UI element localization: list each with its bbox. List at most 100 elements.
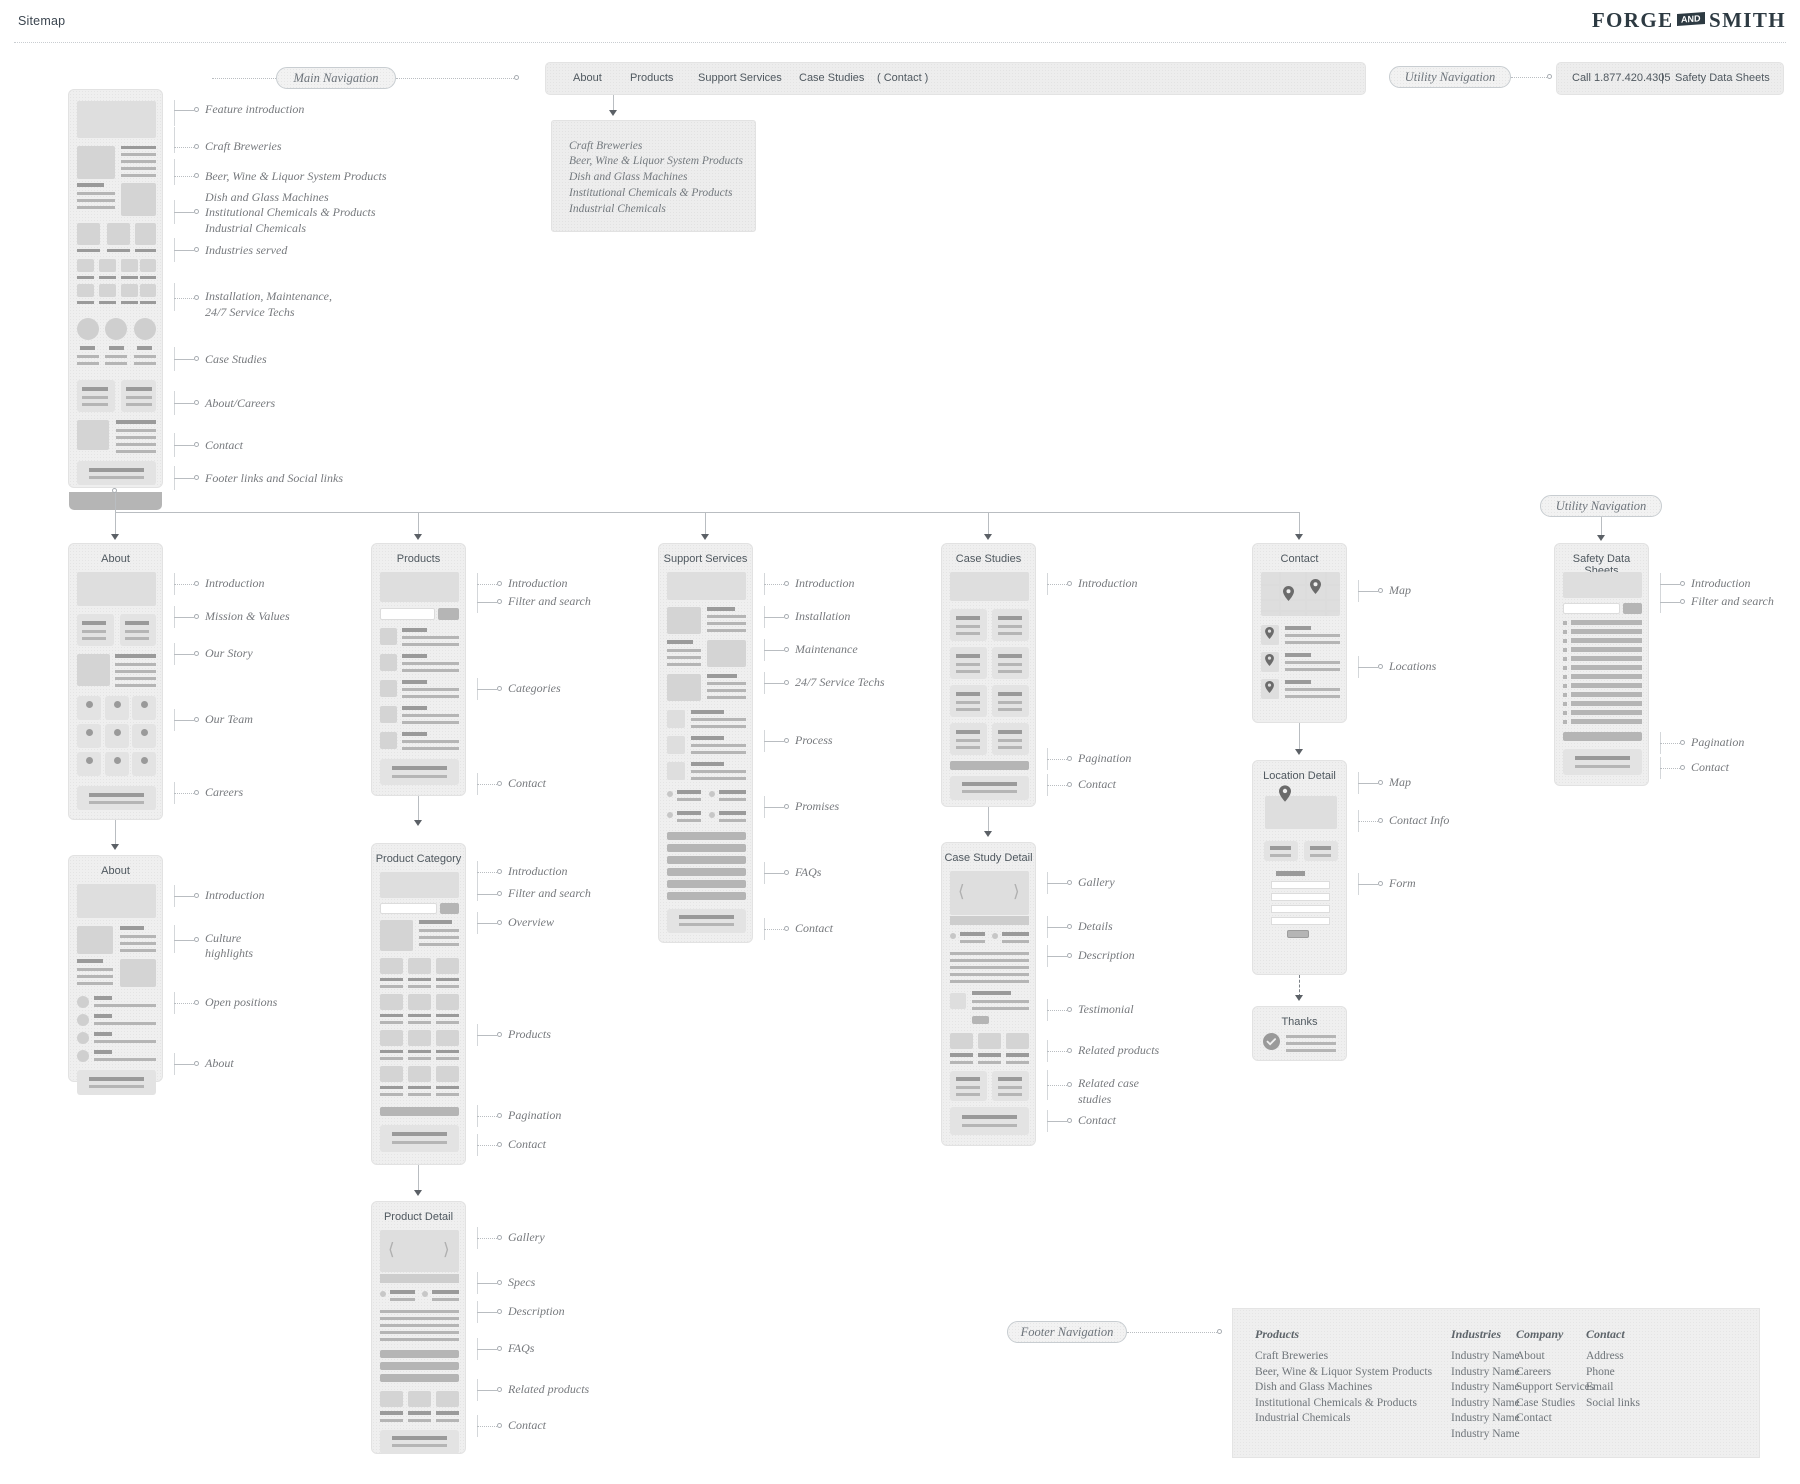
- connector: [1511, 77, 1547, 78]
- card-title: Thanks: [1281, 1016, 1318, 1028]
- dropdown-item-4[interactable]: Industrial Chemicals: [569, 201, 666, 217]
- note-feature-introduction: Feature introduction: [205, 102, 305, 116]
- footer-link[interactable]: Industry Name: [1451, 1365, 1520, 1381]
- map-pin-icon: [1283, 586, 1294, 601]
- note-pc-overview: Overview: [508, 915, 554, 929]
- note-industries-served: Industries served: [205, 243, 288, 257]
- note-products-categories: Categories: [508, 681, 561, 695]
- connector-knob: [1547, 74, 1552, 79]
- note-ss-maintenance: Maintenance: [795, 642, 858, 656]
- card-title: Product Category: [375, 853, 462, 865]
- gallery-next-icon[interactable]: ⟩: [443, 1242, 450, 1259]
- nav-item-case-studies[interactable]: Case Studies: [799, 72, 864, 84]
- note-ss-process: Process: [795, 733, 833, 747]
- note-careers-culture: Culture: [205, 931, 242, 945]
- utility-divider: |: [1661, 72, 1664, 84]
- nav-item-support-services[interactable]: Support Services: [698, 72, 782, 84]
- note-ld-form: Form: [1389, 876, 1416, 890]
- page-card-support-services: Support Services: [658, 543, 753, 943]
- map-pin-icon: [1279, 785, 1291, 802]
- note-csd-gallery: Gallery: [1078, 875, 1115, 889]
- note-products-introduction: Introduction: [508, 576, 568, 590]
- note-csd-description: Description: [1078, 948, 1135, 962]
- note-csd-related-products: Related products: [1078, 1043, 1160, 1057]
- page-card-thanks: Thanks: [1252, 1006, 1347, 1061]
- note-cs-introduction: Introduction: [1078, 576, 1138, 590]
- footer-link[interactable]: Industry Name: [1451, 1396, 1520, 1412]
- note-beer-wine-liquor: Beer, Wine & Liquor System Products: [205, 169, 387, 183]
- utility-navigation-bar[interactable]: Call 1.877.420.4305 | Safety Data Sheets: [1556, 62, 1784, 95]
- page-header: Sitemap FORGE AND SMITH: [0, 0, 1800, 44]
- card-title: About: [101, 553, 130, 565]
- nav-item-about[interactable]: About: [573, 72, 602, 84]
- footer-link[interactable]: Social links: [1586, 1396, 1640, 1412]
- card-title: Support Services: [663, 553, 748, 565]
- footer-link[interactable]: About: [1516, 1349, 1594, 1365]
- footer-link[interactable]: Craft Breweries: [1255, 1349, 1432, 1365]
- utility-item-phone[interactable]: Call 1.877.420.4305: [1572, 72, 1670, 84]
- footer-link[interactable]: Contact: [1516, 1411, 1594, 1427]
- page-title: Sitemap: [18, 14, 66, 28]
- note-sds-introduction: Introduction: [1691, 576, 1751, 590]
- note-sds-filter-search: Filter and search: [1691, 594, 1774, 608]
- note-cs-contact: Contact: [1078, 777, 1116, 791]
- dropdown-item-2[interactable]: Dish and Glass Machines: [569, 169, 688, 185]
- footer-link[interactable]: Industry Name: [1451, 1380, 1520, 1396]
- card-title: Contact: [1280, 553, 1319, 565]
- pill-main-navigation: Main Navigation: [276, 67, 396, 89]
- header-divider: [14, 42, 1786, 43]
- page-card-safety-data-sheets: Safety Data Sheets: [1554, 543, 1649, 786]
- gallery-prev-icon[interactable]: ⟨: [958, 884, 965, 901]
- footer-link[interactable]: Email: [1586, 1380, 1640, 1396]
- note-pd-gallery: Gallery: [508, 1230, 545, 1244]
- page-card-products: Products: [371, 543, 466, 796]
- footer-link[interactable]: Industry Name: [1451, 1411, 1520, 1427]
- footer-link[interactable]: Dish and Glass Machines: [1255, 1380, 1432, 1396]
- note-ld-contact-info: Contact Info: [1389, 813, 1450, 827]
- pill-label: Utility Navigation: [1404, 69, 1496, 84]
- main-navigation-bar[interactable]: About Products Support Services Case Stu…: [545, 62, 1366, 95]
- footer-link[interactable]: Institutional Chemicals & Products: [1255, 1396, 1432, 1412]
- note-ss-installation: Installation: [795, 609, 851, 623]
- card-title: Case Study Detail: [944, 852, 1033, 864]
- note-service-techs: 24/7 Service Techs: [205, 305, 295, 319]
- note-pc-products: Products: [508, 1027, 551, 1041]
- gallery-next-icon[interactable]: ⟩: [1013, 884, 1020, 901]
- footer-link[interactable]: Industry Name: [1451, 1349, 1520, 1365]
- note-careers-open-positions: Open positions: [205, 995, 278, 1009]
- note-installation-maintenance: Installation, Maintenance,: [205, 289, 332, 303]
- note-ss-service-techs: 24/7 Service Techs: [795, 675, 885, 689]
- note-about-careers-link: Careers: [205, 785, 244, 799]
- note-about-careers: About/Careers: [205, 396, 276, 410]
- card-title: Location Detail: [1263, 770, 1336, 782]
- note-pc-filter-search: Filter and search: [508, 886, 591, 900]
- note-contact: Contact: [205, 438, 243, 452]
- nav-item-products[interactable]: Products: [630, 72, 673, 84]
- footer-heading: Company: [1516, 1327, 1564, 1341]
- dropdown-item-0[interactable]: Craft Breweries: [569, 138, 642, 154]
- pill-label: Utility Navigation: [1555, 498, 1647, 513]
- pill-footer-navigation: Footer Navigation: [1007, 1321, 1127, 1343]
- footer-link[interactable]: Beer, Wine & Liquor System Products: [1255, 1365, 1432, 1381]
- footer-link[interactable]: Phone: [1586, 1365, 1640, 1381]
- footer-link[interactable]: Case Studies: [1516, 1396, 1594, 1412]
- connector: [396, 78, 514, 79]
- footer-link[interactable]: Industry Name: [1451, 1427, 1520, 1443]
- footer-link[interactable]: Industrial Chemicals: [1255, 1411, 1432, 1427]
- gallery-prev-icon[interactable]: ⟨: [388, 1242, 395, 1259]
- note-products-contact: Contact: [508, 776, 546, 790]
- utility-item-sds[interactable]: Safety Data Sheets: [1675, 72, 1770, 84]
- pill-utility-navigation-top: Utility Navigation: [1389, 66, 1511, 88]
- page-card-about-careers: About: [68, 855, 163, 1095]
- connector-knob: [514, 75, 519, 80]
- footer-link[interactable]: Support Services: [1516, 1380, 1594, 1396]
- dropdown-item-1[interactable]: Beer, Wine & Liquor System Products: [569, 153, 743, 169]
- note-careers-about: About: [205, 1056, 234, 1070]
- dropdown-item-3[interactable]: Institutional Chemicals & Products: [569, 185, 732, 201]
- logo-text-right: SMITH: [1708, 8, 1786, 32]
- note-csd-details: Details: [1078, 919, 1113, 933]
- footer-link[interactable]: Careers: [1516, 1365, 1594, 1381]
- nav-item-contact[interactable]: ( Contact ): [877, 72, 928, 84]
- footer-column-company: Company About Careers Support Services C…: [1516, 1327, 1594, 1427]
- footer-link[interactable]: Address: [1586, 1349, 1640, 1365]
